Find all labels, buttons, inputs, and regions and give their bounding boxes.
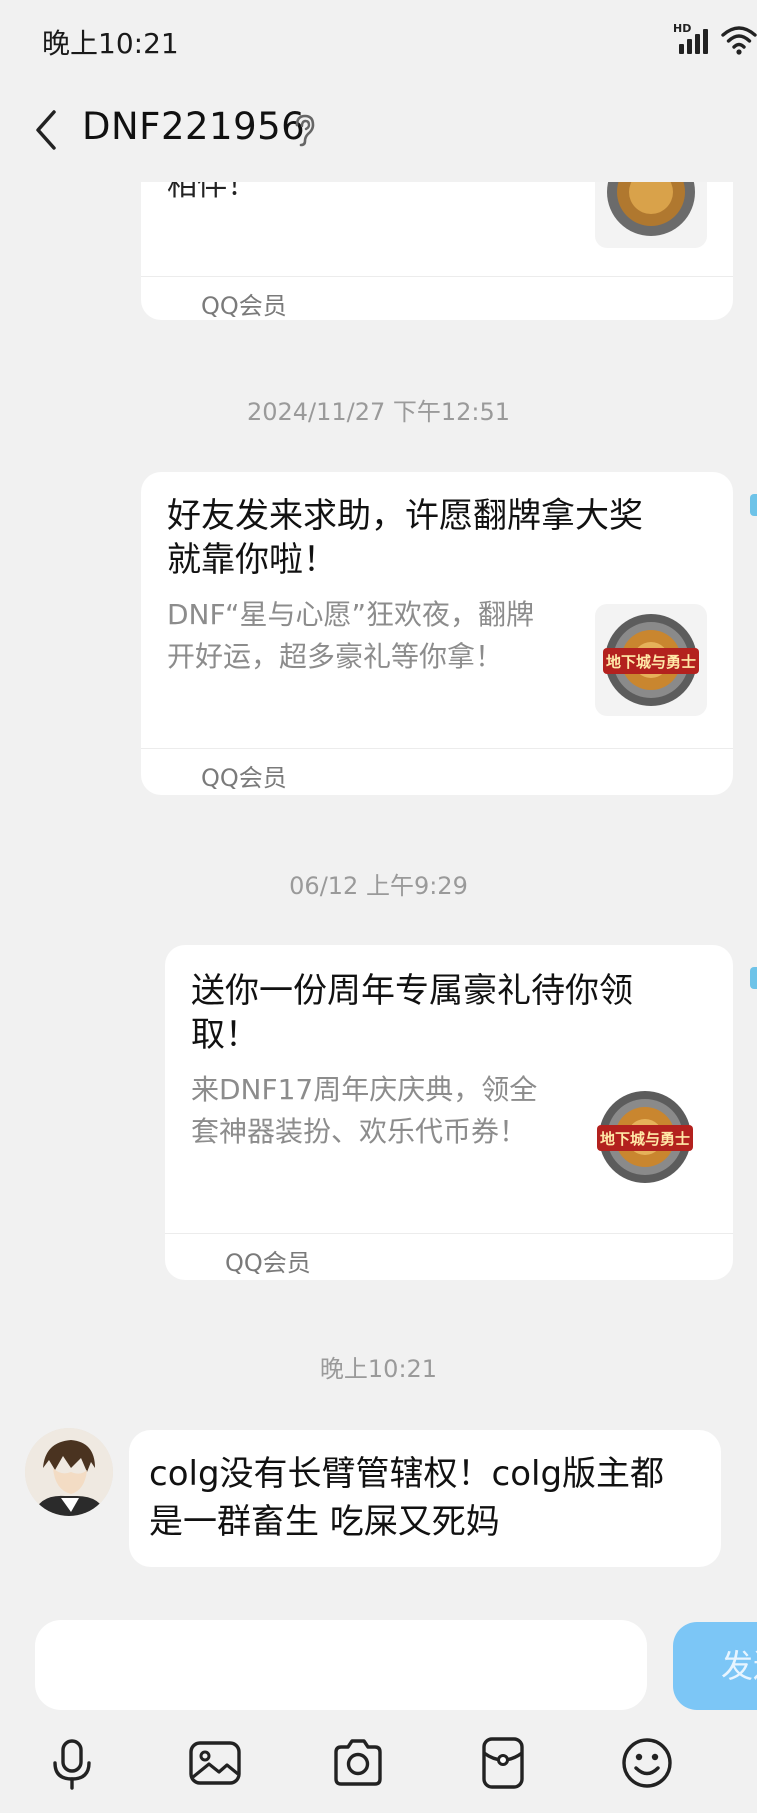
status-bar: 晚上10:21 HD: [0, 0, 757, 82]
red-packet-icon[interactable]: [473, 1733, 533, 1793]
game-logo-image: [595, 182, 707, 248]
card-source-label: QQ会员: [225, 1249, 311, 1277]
wifi-icon: [721, 26, 757, 55]
input-bar: 发送: [0, 1608, 757, 1813]
message-timestamp: 2024/11/27 下午12:51: [246, 398, 511, 426]
message-text: colg没有长臂管辖权！colg版主都 是一群畜生 吃屎又死妈: [149, 1454, 665, 1542]
game-logo-image: 地下城与勇士: [589, 1081, 701, 1193]
card-source-label: QQ会员: [201, 764, 287, 792]
image-icon[interactable]: [185, 1733, 245, 1793]
status-time: 晚上10:21: [42, 27, 179, 60]
side-indicator: [750, 494, 757, 516]
chat-title[interactable]: DNF221956: [82, 105, 305, 148]
chat-header: DNF221956: [0, 82, 757, 182]
card-partial-text: 相伴！: [167, 182, 257, 203]
ear-icon[interactable]: [290, 112, 320, 148]
message-timestamp: 晚上10:21: [319, 1355, 438, 1383]
status-icons: HD: [673, 20, 757, 56]
svg-text:地下城与勇士: 地下城与勇士: [600, 1130, 690, 1148]
camera-icon[interactable]: [328, 1733, 388, 1793]
message-card-0[interactable]: 相伴！ QQ会员: [141, 182, 733, 320]
chevron-left-icon[interactable]: [28, 102, 64, 158]
card-title: 送你一份周年专属豪礼待你领 取！: [191, 971, 633, 1055]
card-source-label: QQ会员: [201, 292, 287, 320]
side-indicator: [750, 967, 757, 989]
card-description: 来DNF17周年庆庆典，领全 套神器装扮、欢乐代币券！: [191, 1073, 538, 1148]
message-input[interactable]: [35, 1620, 647, 1710]
svg-text:地下城与勇士: 地下城与勇士: [606, 653, 696, 671]
send-button[interactable]: 发送: [673, 1622, 757, 1710]
signal-icon: HD: [673, 22, 713, 56]
message-card-2[interactable]: 送你一份周年专属豪礼待你领 取！ 来DNF17周年庆庆典，领全 套神器装扮、欢乐代币…: [165, 945, 733, 1280]
message-timestamp: 06/12 上午9:29: [289, 872, 468, 900]
network-badge: HD: [673, 22, 692, 35]
microphone-icon[interactable]: [42, 1733, 102, 1793]
game-logo-image: 地下城与勇士: [595, 604, 707, 716]
chat-message-list[interactable]: 相伴！ QQ会员 2024/11/27 下午12:51 好友发来求助，许愿翻牌拿…: [0, 182, 757, 1608]
avatar[interactable]: [25, 1428, 113, 1516]
emoji-icon[interactable]: [617, 1733, 677, 1793]
message-bubble[interactable]: colg没有长臂管辖权！colg版主都 是一群畜生 吃屎又死妈: [129, 1430, 721, 1567]
card-title: 好友发来求助，许愿翻牌拿大奖 就靠你啦！: [167, 496, 643, 580]
message-card-1[interactable]: 好友发来求助，许愿翻牌拿大奖 就靠你啦！ DNF“星与心愿”狂欢夜，翻牌 开好运，超…: [141, 472, 733, 795]
card-description: DNF“星与心愿”狂欢夜，翻牌 开好运，超多豪礼等你拿！: [167, 598, 535, 673]
